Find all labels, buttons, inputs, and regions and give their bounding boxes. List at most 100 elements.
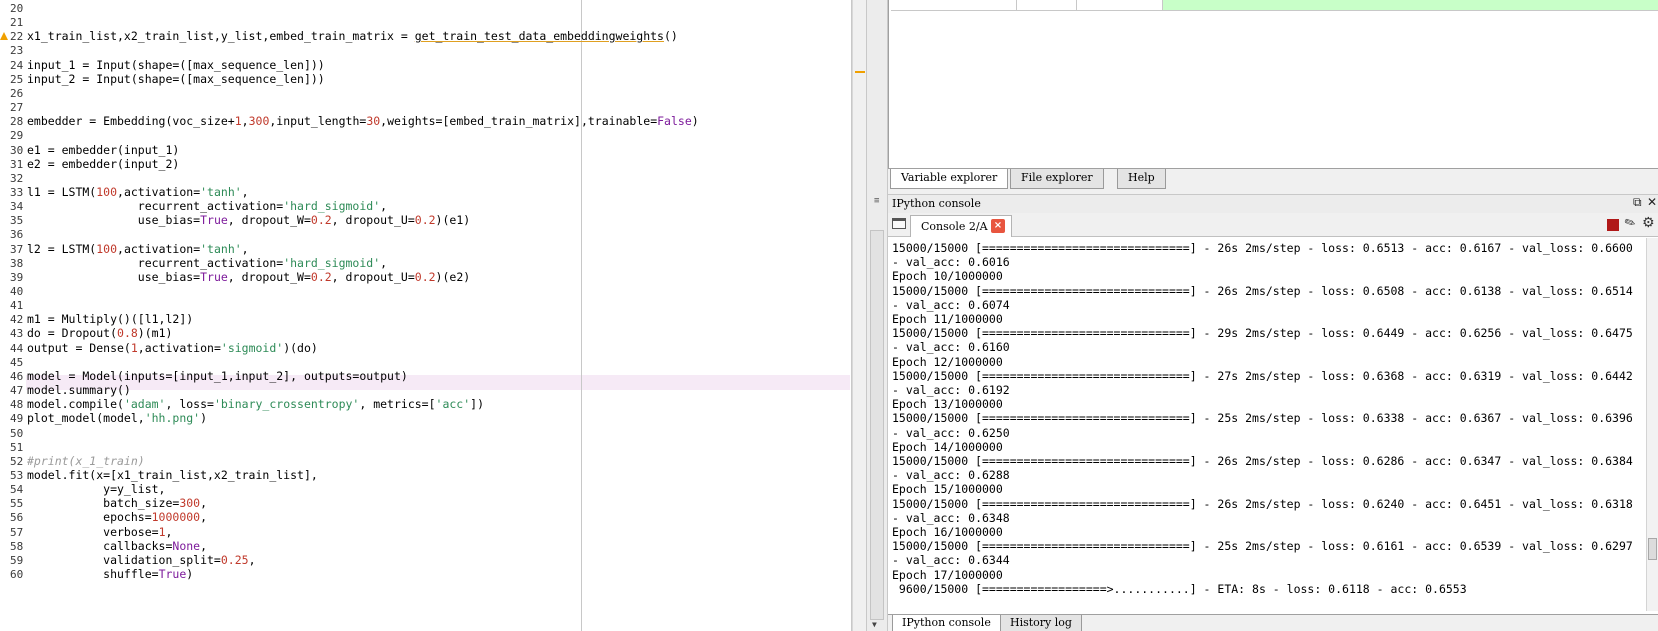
warning-icon[interactable] <box>0 32 8 40</box>
line-number-gutter: 20 21 22 23 24 25 26 27 28 29 30 31 32 33 34 35 36 37 38 39… <box>0 0 26 631</box>
code-line[interactable]: input_2 = Input(shape=([max_sequence_len… <box>27 72 325 87</box>
code-line[interactable]: output = Dense(1,activation='sigmoid')(d… <box>27 341 318 356</box>
close-icon[interactable]: ✕ <box>1647 195 1657 209</box>
console-output-line: Epoch 16/1000000 <box>892 525 1003 539</box>
line-number: 47 <box>10 384 24 398</box>
tab-variable-explorer[interactable]: Variable explorer <box>890 169 1009 189</box>
console-output-line: - val_acc: 0.6250 <box>892 425 1010 440</box>
code-line[interactable]: input_1 = Input(shape=([max_sequence_len… <box>27 58 325 73</box>
code-line[interactable]: m1 = Multiply()([l1,l2]) <box>27 312 193 327</box>
console-scrollbar[interactable] <box>1646 238 1658 611</box>
code-line[interactable]: l1 = LSTM(100,activation='tanh', <box>27 185 249 200</box>
code-line[interactable]: use_bias=True, dropout_W=0.2, dropout_U=… <box>27 213 470 228</box>
code-line[interactable]: callbacks=None, <box>27 539 207 554</box>
code-line[interactable]: plot_model(model,'hh.png') <box>27 411 207 426</box>
line-number: 20 <box>10 2 24 15</box>
variable-size-cell[interactable] <box>1077 0 1163 11</box>
line-number: 39 <box>10 270 24 284</box>
code-line[interactable]: validation_split=0.25, <box>27 553 255 568</box>
editor-scrollbar[interactable] <box>852 0 866 631</box>
tab-history-log[interactable]: History log <box>1000 615 1082 631</box>
line-number: 24 <box>10 58 24 72</box>
edge-line <box>581 0 582 631</box>
line-number: 40 <box>10 285 24 298</box>
code-line[interactable]: model.summary() <box>27 383 131 398</box>
line-number: 22 <box>10 30 24 44</box>
line-number: 25 <box>10 72 24 86</box>
code-line[interactable]: recurrent_activation='hard_sigmoid', <box>27 256 387 271</box>
code-line[interactable]: verbose=1, <box>27 525 172 540</box>
line-number: 27 <box>10 101 24 115</box>
console-scroll-thumb[interactable] <box>1648 538 1657 560</box>
line-number: 55 <box>10 497 24 511</box>
tab-file-explorer[interactable]: File explorer <box>1010 169 1104 189</box>
line-number: 49 <box>10 412 24 426</box>
line-number: 52 <box>10 454 24 468</box>
tab-help[interactable]: Help <box>1117 169 1166 189</box>
line-number: 45 <box>10 355 24 369</box>
stop-icon[interactable] <box>1607 219 1619 231</box>
close-tab-icon[interactable]: × <box>991 219 1005 233</box>
code-line[interactable]: shuffle=True) <box>27 567 193 582</box>
variable-row[interactable] <box>891 0 1658 11</box>
console-output-line: Epoch 17/1000000 <box>892 567 1003 582</box>
code-line[interactable]: batch_size=300, <box>27 496 207 511</box>
undock-icon[interactable]: ⧉ <box>1633 195 1642 210</box>
line-number: 43 <box>10 327 24 341</box>
code-line[interactable]: epochs=1000000, <box>27 510 207 525</box>
code-line[interactable]: e1 = embedder(input_1) <box>27 143 179 158</box>
console-tab-label: Console 2/A <box>921 220 988 233</box>
code-line[interactable]: do = Dropout(0.8)(m1) <box>27 326 172 341</box>
console-output[interactable]: 15000/15000 [===========================… <box>892 241 1642 611</box>
console-output-line: 15000/15000 [===========================… <box>892 539 1633 554</box>
console-output-line: 15000/15000 [===========================… <box>892 326 1633 341</box>
code-line[interactable]: recurrent_activation='hard_sigmoid', <box>27 199 387 214</box>
line-number: 42 <box>10 313 24 327</box>
line-number: 35 <box>10 214 24 228</box>
line-number: 44 <box>10 341 24 355</box>
console-output-line: - val_acc: 0.6160 <box>892 340 1010 355</box>
gear-icon[interactable]: ⚙ <box>1642 215 1655 231</box>
console-output-line: - val_acc: 0.6288 <box>892 468 1010 483</box>
line-number: 33 <box>10 185 24 199</box>
tab-ipython-console[interactable]: IPython console <box>892 615 1001 631</box>
console-output-line: 15000/15000 [===========================… <box>892 454 1633 468</box>
console-output-line: Epoch 12/1000000 <box>892 354 1003 369</box>
console-output-line: - val_acc: 0.6192 <box>892 383 1010 397</box>
splitter-grip-icon[interactable]: ≡ <box>874 197 882 210</box>
line-number: 23 <box>10 44 24 58</box>
variable-name-cell[interactable] <box>891 0 1017 11</box>
code-line[interactable]: model.fit(x=[x1_train_list,x2_train_list… <box>27 468 318 483</box>
variable-type-cell[interactable] <box>1017 0 1077 11</box>
line-number: 46 <box>10 369 24 383</box>
code-line[interactable]: embedder = Embedding(voc_size+1,300,inpu… <box>27 114 699 129</box>
folder-icon[interactable] <box>892 218 906 229</box>
code-line[interactable]: y=y_list, <box>27 482 165 497</box>
line-number: 38 <box>10 256 24 270</box>
code-editor[interactable]: 20 21 22 23 24 25 26 27 28 29 30 31 32 33 34 35 36 37 38 39… <box>0 0 852 631</box>
console-output-line: Epoch 15/1000000 <box>892 482 1003 497</box>
line-number: 50 <box>10 426 24 440</box>
line-number: 32 <box>10 171 24 185</box>
variable-value-cell[interactable] <box>1163 0 1658 11</box>
code-line[interactable]: model = Model(inputs=[input_1,input_2], … <box>27 369 408 384</box>
tab-console-2a[interactable]: Console 2/A × <box>910 215 1012 237</box>
line-number: 37 <box>10 242 24 256</box>
console-output-line: 15000/15000 [===========================… <box>892 496 1633 511</box>
line-number: 21 <box>10 16 24 30</box>
line-number: 51 <box>10 440 24 454</box>
eraser-icon[interactable]: ✎ <box>1622 214 1638 232</box>
chevron-down-icon[interactable]: ▼ <box>872 620 877 629</box>
line-number: 34 <box>10 200 24 214</box>
splitter-handle[interactable] <box>870 230 884 620</box>
code-line[interactable]: use_bias=True, dropout_W=0.2, dropout_U=… <box>27 270 470 285</box>
pane-splitter[interactable]: ≡ ▼ <box>866 0 888 631</box>
line-number: 36 <box>10 228 24 242</box>
warning-marker[interactable] <box>855 71 865 73</box>
code-line[interactable]: model.compile('adam', loss='binary_cross… <box>27 397 484 412</box>
code-line[interactable]: e2 = embedder(input_2) <box>27 157 179 172</box>
code-line[interactable]: #print(x_1_train) <box>27 454 145 469</box>
code-line[interactable]: l2 = LSTM(100,activation='tanh', <box>27 242 249 257</box>
code-line[interactable]: x1_train_list,x2_train_list,y_list,embed… <box>27 29 678 44</box>
console-output-line: Epoch 11/1000000 <box>892 312 1003 326</box>
